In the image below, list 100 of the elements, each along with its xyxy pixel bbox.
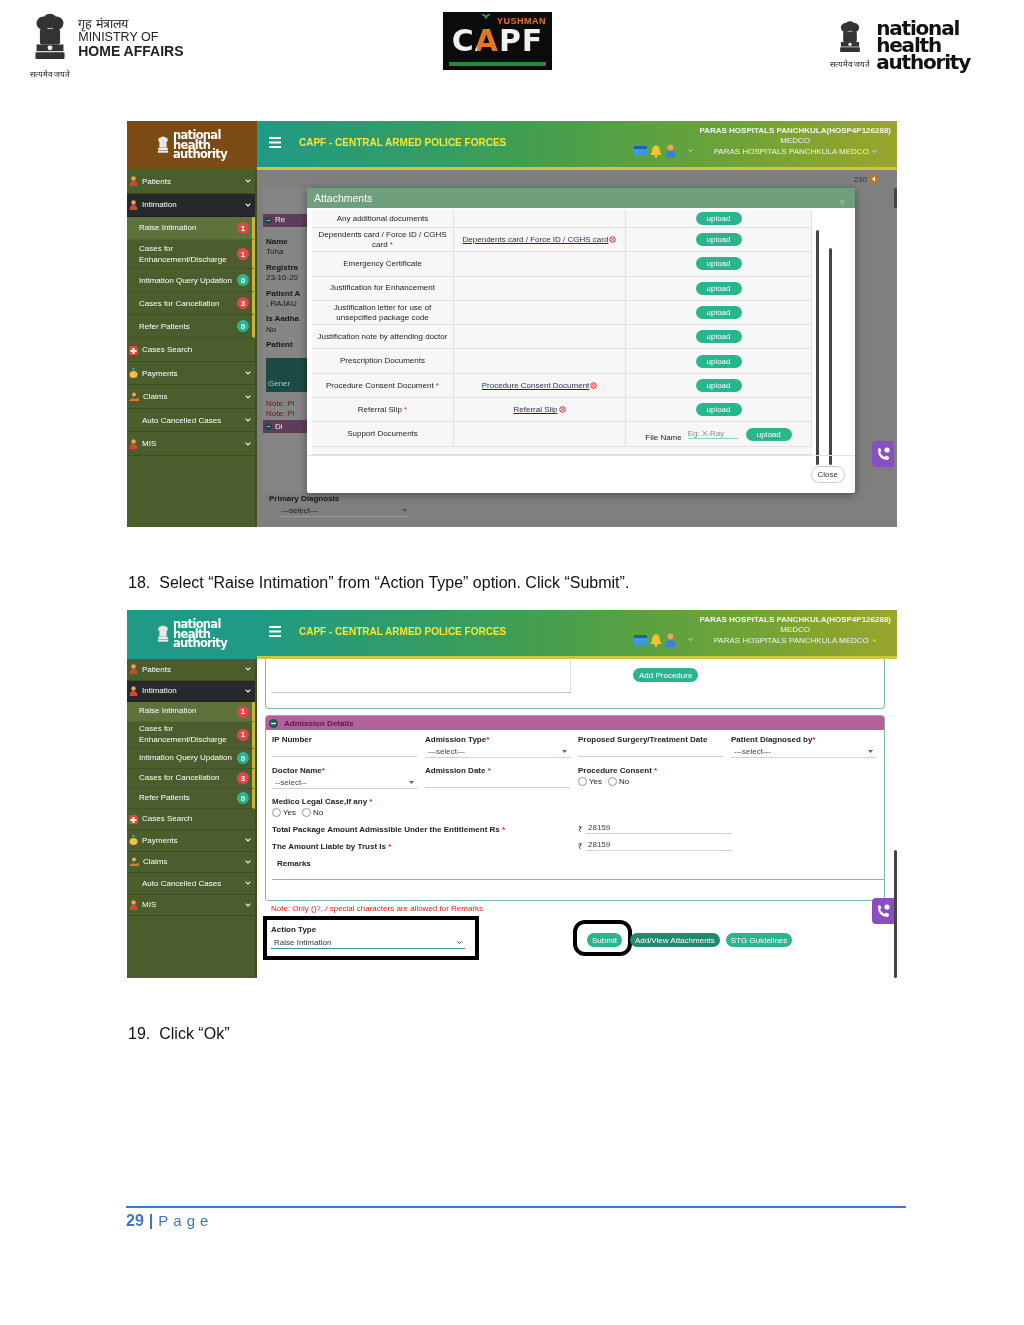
leaf-icon (481, 13, 491, 21)
amount-field[interactable]: 28159 (586, 823, 732, 834)
submenu-item[interactable]: Raise Intimation 1 (127, 702, 255, 722)
sidebar-item[interactable]: MIS (127, 894, 255, 917)
chevron-down-icon (245, 838, 251, 843)
person-icon (129, 664, 138, 675)
chevron-down-icon (245, 667, 251, 672)
sidebar-item[interactable]: Payments (127, 830, 255, 852)
remove-icon[interactable] (558, 406, 566, 414)
submenu-item[interactable]: Cases for Enhancement/Discharge 1 (127, 240, 255, 270)
field-label: Action Type (271, 925, 318, 934)
radio-button[interactable] (302, 808, 312, 817)
field-label: Patient Diagnosed by* (731, 735, 817, 744)
radio-button[interactable] (608, 777, 618, 786)
submenu-item[interactable]: Cases for Cancellation 3 (127, 292, 255, 316)
select-field[interactable]: ---select--- (731, 746, 876, 758)
sidebar-item[interactable]: Intimation (127, 680, 255, 702)
amount-field[interactable]: 28159 (586, 840, 732, 851)
app-title: CAPF - CENTRAL ARMED POLICE FORCES (299, 626, 508, 637)
document-name: Justification note by attending doctor (317, 332, 448, 342)
count-badge: 1 (237, 705, 249, 718)
select-field[interactable]: Raise Intimation (271, 937, 465, 949)
action-button[interactable]: Add/View Attachments (629, 933, 720, 948)
select-field[interactable]: ---select--- (425, 746, 570, 758)
option-label: Yes (589, 777, 603, 786)
count-badge: 3 (237, 297, 249, 310)
submenu-item[interactable]: Cases for Enhancement/Discharge 1 (127, 722, 255, 749)
back-icon[interactable] (869, 174, 879, 184)
submenu-item[interactable]: Cases for Cancellation 3 (127, 768, 255, 789)
field-label: Remarks (277, 859, 312, 868)
sidebar-item[interactable]: Auto Cancelled Cases (127, 408, 255, 433)
section-title: Admission Details (284, 718, 354, 728)
count-badge: 0 (237, 792, 249, 805)
radio-button[interactable] (578, 777, 587, 786)
remove-icon[interactable] (609, 236, 617, 244)
document-link[interactable]: Procedure Consent Document (481, 380, 590, 390)
submenu-item[interactable]: Intimation Query Updation 0 (127, 269, 255, 293)
step-text: Click “Ok” (159, 1025, 230, 1043)
bell-icon[interactable] (650, 633, 663, 647)
radio-button[interactable] (272, 808, 281, 817)
remove-icon[interactable] (590, 381, 598, 389)
person-icon (129, 199, 138, 210)
chevron-down-icon (245, 881, 251, 886)
logo-text: national health authority (876, 20, 970, 71)
document-link[interactable]: Referral Slip (513, 405, 558, 415)
sidebar-logo: national health authority (127, 121, 257, 170)
user-icon[interactable] (665, 144, 677, 158)
user-name: PARAS HOSPITALS PANCHKULA MEDCO (713, 635, 869, 647)
first-aid-icon (129, 344, 138, 355)
scrollbar[interactable] (894, 850, 897, 978)
submenu-item[interactable]: Raise Intimation 1 (127, 217, 255, 240)
sidebar-item[interactable]: Cases Search (127, 808, 255, 831)
sidebar-item[interactable]: Claims (127, 851, 255, 874)
hospital-name: PARAS HOSPITALS PANCHKULA(HOSP4P126288) (699, 126, 891, 137)
document-name: Prescription Documents (340, 356, 425, 366)
count-badge: 0 (237, 274, 249, 287)
call-button[interactable] (872, 441, 894, 467)
menu-icon[interactable] (269, 626, 281, 637)
dropdown-icon (409, 781, 414, 784)
calendar-icon[interactable] (634, 635, 648, 645)
field-label: Medico Legal Case,If any * (272, 797, 374, 806)
logo-text: गृह मंत्रालय (78, 18, 129, 32)
app-title: CAPF - CENTRAL ARMED POLICE FORCES (299, 137, 508, 148)
capf-logo: YUSHMAN CAPF (443, 12, 552, 70)
document-name: Dependents card / Force ID / CGHS card * (317, 230, 448, 250)
user-icon[interactable] (665, 633, 677, 647)
file-name-field[interactable]: Eg: X-Ray (687, 429, 738, 439)
field-label: The Amount Liable by Trust Is * (272, 842, 393, 851)
sidebar-item[interactable]: Payments (127, 361, 255, 386)
tile: Gener (266, 357, 307, 392)
bell-icon[interactable] (650, 144, 663, 158)
document-link[interactable]: Dependents card / Force ID / CGHS card (462, 235, 609, 245)
sidebar-item[interactable]: Auto Cancelled Cases (127, 873, 255, 895)
sidebar-item[interactable]: Intimation (127, 193, 255, 217)
call-button[interactable] (872, 898, 894, 924)
submenu-item[interactable]: Intimation Query Updation 0 (127, 748, 255, 769)
select-field[interactable]: --select-- (272, 777, 417, 789)
option-label: Yes (283, 808, 297, 817)
submenu-item[interactable]: Refer Patients 0 (127, 315, 255, 339)
submenu-item[interactable]: Refer Patients 0 (127, 788, 255, 809)
sidebar-item[interactable]: MIS (127, 432, 255, 456)
user-role: MEDCO (780, 625, 811, 636)
field-label: Primary Diagnosis (269, 494, 341, 503)
select-field[interactable]: ---select--- (279, 506, 409, 517)
sidebar-item[interactable]: Claims (127, 385, 255, 409)
field-value: No (265, 325, 278, 335)
collapse-icon (265, 423, 272, 431)
field-label: File Name (645, 432, 682, 442)
text-area[interactable] (271, 659, 571, 693)
menu-icon[interactable] (269, 137, 281, 148)
chevron-down-icon (457, 940, 462, 945)
person-icon (129, 685, 138, 696)
scrollbar[interactable] (894, 188, 897, 208)
person-icon (129, 899, 138, 910)
sidebar-item[interactable]: Patients (127, 659, 255, 681)
sidebar-item[interactable]: Patients (127, 170, 255, 194)
collapse-icon[interactable] (269, 718, 278, 728)
sidebar-item[interactable]: Cases Search (127, 338, 255, 362)
close-button[interactable]: Close (810, 466, 845, 483)
calendar-icon[interactable] (634, 146, 648, 156)
